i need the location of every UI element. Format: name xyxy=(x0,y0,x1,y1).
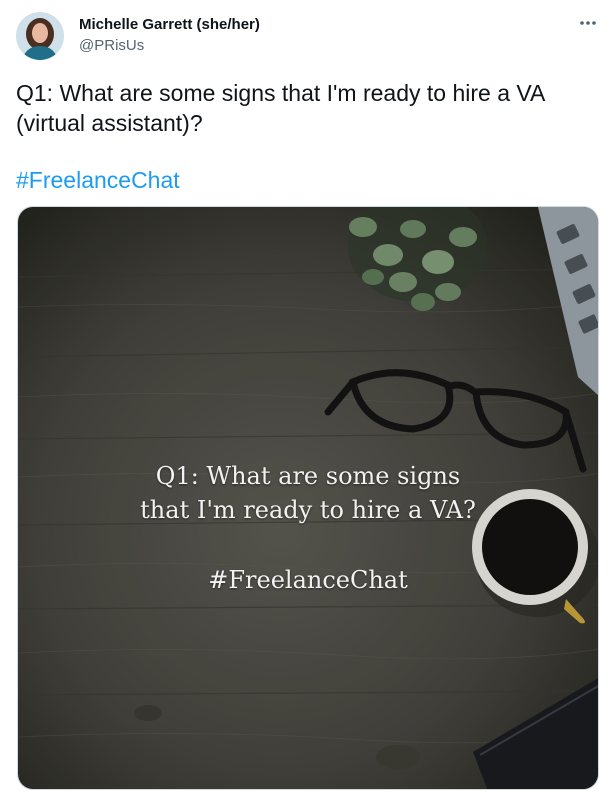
hashtag-link[interactable]: #FreelanceChat xyxy=(16,165,180,195)
image-caption-line-2: that I'm ready to hire a VA? xyxy=(140,496,476,524)
image-caption-line-1: Q1: What are some signs xyxy=(155,462,461,490)
tweet: Michelle Garrett (she/her) @PRisUs Q1: W… xyxy=(0,0,615,800)
author-avatar[interactable] xyxy=(16,12,64,60)
author-name[interactable]: Michelle Garrett (she/her) xyxy=(79,16,260,33)
image-caption-hashtag: #FreelanceChat xyxy=(208,566,408,594)
tweet-image[interactable]: Q1: What are some signs that I'm ready t… xyxy=(17,206,599,790)
author-handle[interactable]: @PRisUs xyxy=(79,37,144,54)
more-options-icon[interactable] xyxy=(577,12,599,34)
tweet-text: Q1: What are some signs that I'm ready t… xyxy=(16,80,545,136)
